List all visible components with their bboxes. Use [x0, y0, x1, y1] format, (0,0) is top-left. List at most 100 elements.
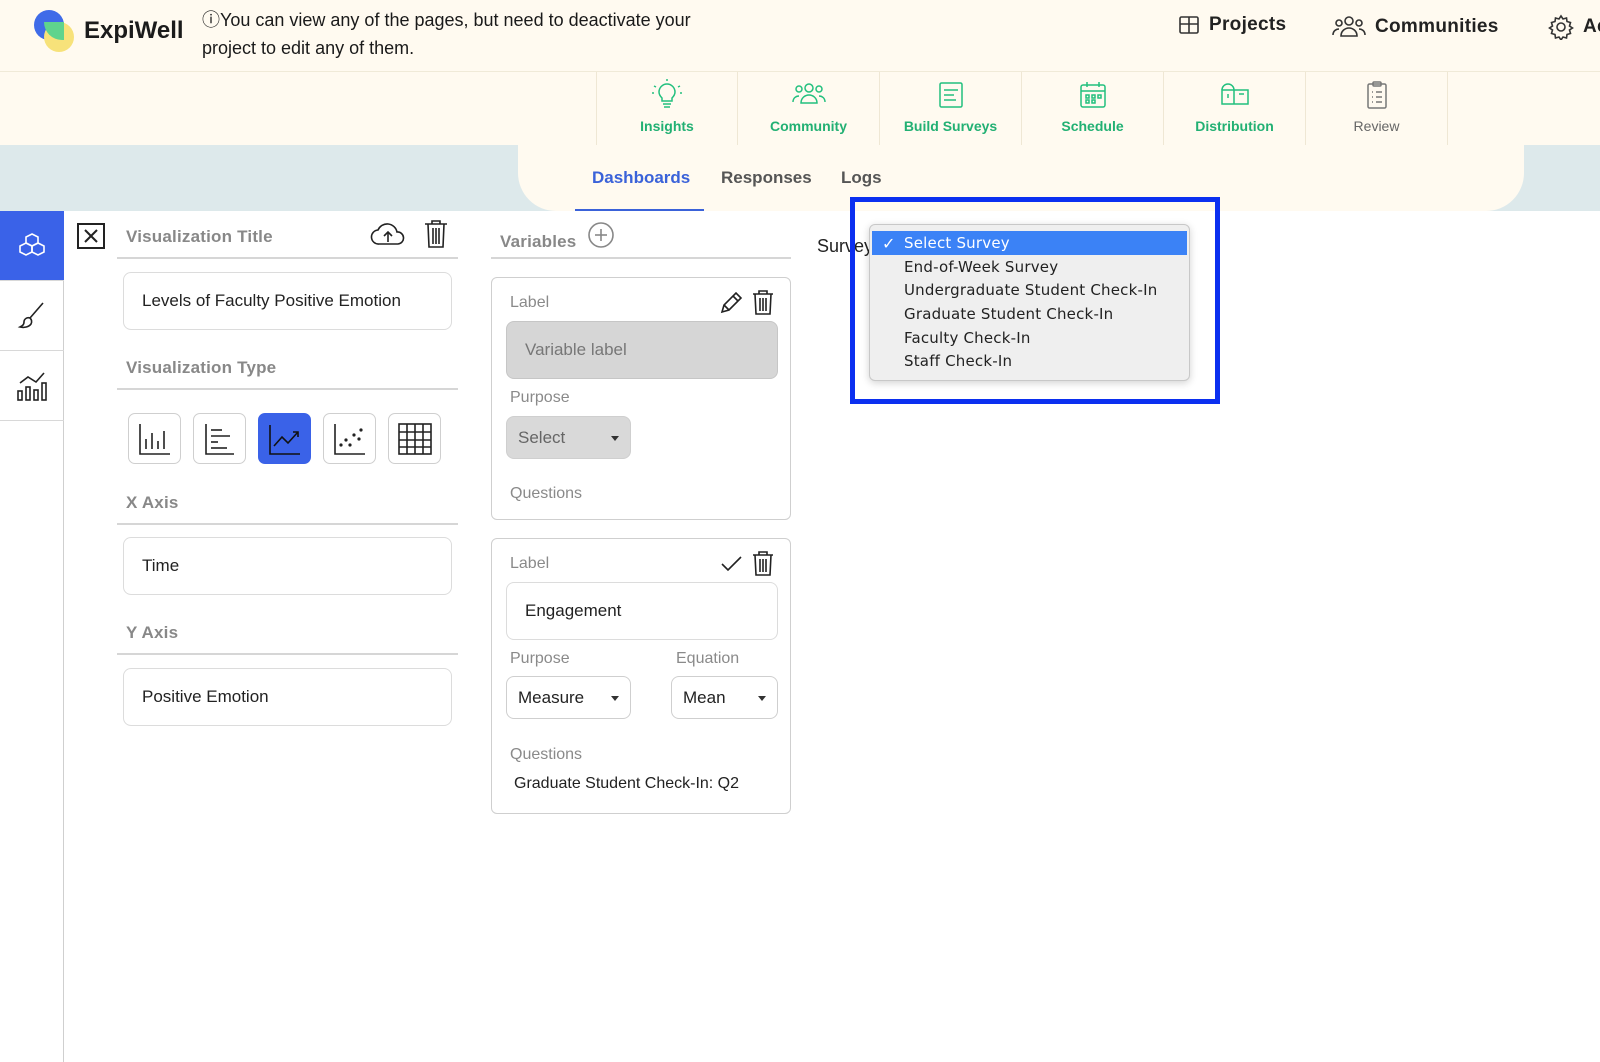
survey-option-label: Select Survey	[904, 233, 1010, 252]
delete-variable-button[interactable]	[752, 551, 774, 582]
survey-option[interactable]: Graduate Student Check-In	[870, 302, 1189, 326]
tab-logs[interactable]: Logs	[841, 168, 882, 188]
module-build-surveys-label: Build Surveys	[903, 118, 998, 134]
divider	[117, 388, 458, 390]
close-icon	[84, 229, 98, 243]
equation-select-value: Mean	[683, 687, 726, 707]
bar-chart-icon	[138, 423, 170, 455]
label-caption: Label	[510, 294, 550, 311]
viz-type-picker	[128, 413, 441, 464]
survey-option[interactable]: Faculty Check-In	[870, 326, 1189, 350]
module-distribution-label: Distribution	[1195, 118, 1274, 134]
equation-select[interactable]: Mean	[671, 676, 778, 719]
nav-communities[interactable]: Communities	[1332, 14, 1499, 40]
module-community-label: Community	[770, 118, 847, 134]
divider	[117, 653, 458, 655]
survey-option[interactable]: End-of-Week Survey	[870, 255, 1189, 279]
viz-type-scatter[interactable]	[323, 413, 376, 464]
module-build-surveys[interactable]: Build Surveys	[880, 72, 1022, 145]
confirm-variable-button[interactable]	[719, 552, 743, 581]
questions-caption: Questions	[510, 485, 583, 502]
viz-type-bar[interactable]	[128, 413, 181, 464]
tab-dashboards[interactable]: Dashboards	[592, 168, 690, 188]
trash-icon	[753, 290, 773, 315]
cloud-upload-icon	[370, 223, 405, 245]
divider	[491, 257, 791, 259]
table-icon	[397, 422, 432, 455]
nav-communities-label: Communities	[1375, 16, 1499, 37]
scatter-icon	[333, 423, 365, 455]
lightbulb-icon	[652, 79, 682, 108]
nav-projects[interactable]: Projects	[1178, 14, 1286, 36]
chart-icon	[17, 371, 47, 401]
horizontal-bar-icon	[204, 423, 234, 455]
survey-option[interactable]: ✓ Select Survey	[872, 231, 1187, 255]
trash-icon	[425, 220, 447, 248]
module-insights[interactable]: Insights	[596, 72, 738, 145]
caret-down-icon	[611, 695, 619, 701]
viz-title-heading: Visualization Title	[126, 227, 273, 246]
viz-type-horizontal-bar[interactable]	[193, 413, 246, 464]
grid-icon	[1179, 16, 1199, 34]
delete-variable-button[interactable]	[752, 290, 774, 321]
people-icon	[791, 83, 826, 104]
variable-label-input[interactable]: Variable label	[506, 321, 778, 379]
mailbox-icon	[1220, 83, 1249, 105]
variables-heading: Variables	[500, 232, 577, 251]
module-community[interactable]: Community	[738, 72, 880, 145]
nav-projects-label: Projects	[1209, 14, 1287, 35]
viz-type-line[interactable]	[258, 413, 311, 464]
purpose-caption: Purpose	[510, 389, 570, 406]
plus-circle-icon	[588, 222, 614, 248]
top-header: ExpiWell ⓘYou can view any of the pages,…	[0, 0, 1600, 72]
calendar-icon	[1079, 82, 1106, 108]
survey-option[interactable]: Staff Check-In	[870, 349, 1189, 373]
viz-type-heading: Visualization Type	[126, 358, 277, 377]
deactivate-notice: ⓘYou can view any of the pages, but need…	[202, 10, 691, 58]
left-rail	[0, 211, 64, 1062]
save-cloud-button[interactable]	[369, 219, 407, 254]
rail-item-style[interactable]	[0, 281, 64, 351]
viz-title-input[interactable]: Levels of Faculty Positive Emotion	[123, 272, 452, 330]
survey-option[interactable]: Undergraduate Student Check-In	[870, 278, 1189, 302]
x-axis-heading: X Axis	[126, 493, 179, 512]
tab-responses[interactable]: Responses	[721, 168, 812, 188]
module-schedule-label: Schedule	[1061, 118, 1124, 134]
nav-account-label: Ac	[1583, 16, 1600, 37]
viz-type-table[interactable]	[388, 413, 441, 464]
purpose-select[interactable]: Measure	[506, 676, 631, 719]
purpose-select-value: Select	[518, 427, 566, 447]
module-distribution[interactable]: Distribution	[1164, 72, 1306, 145]
equation-caption: Equation	[676, 650, 740, 667]
question-item: Graduate Student Check-In: Q2	[514, 775, 740, 792]
survey-dropdown: ✓ Select Survey End-of-Week Survey Under…	[869, 224, 1190, 381]
nav-account[interactable]: Ac	[1548, 14, 1600, 40]
cubes-icon	[19, 232, 45, 256]
x-axis-input[interactable]: Time	[123, 537, 452, 595]
purpose-caption: Purpose	[510, 650, 570, 667]
module-nav: Insights Community Build Surveys Schedul…	[596, 72, 1448, 145]
close-button[interactable]	[77, 223, 105, 249]
add-variable-button[interactable]	[587, 221, 615, 254]
tab-active-indicator	[575, 209, 704, 211]
divider	[117, 523, 458, 525]
trash-icon	[753, 551, 773, 576]
rail-item-visualization[interactable]	[0, 351, 64, 421]
check-icon: ✓	[882, 234, 896, 253]
form-icon	[938, 82, 963, 108]
edit-variable-button[interactable]	[718, 290, 744, 321]
rail-item-data[interactable]	[0, 211, 64, 281]
module-review[interactable]: Review	[1306, 72, 1448, 145]
gear-icon	[1548, 14, 1574, 40]
label-caption: Label	[510, 555, 550, 572]
y-axis-input[interactable]: Positive Emotion	[123, 668, 452, 726]
divider	[117, 257, 458, 259]
module-schedule[interactable]: Schedule	[1022, 72, 1164, 145]
delete-visualization-button[interactable]	[423, 219, 449, 254]
expiwell-logo[interactable]	[32, 10, 76, 54]
variable-label-input[interactable]: Engagement	[506, 582, 778, 640]
pencil-icon	[720, 291, 743, 314]
brand-name[interactable]: ExpiWell	[84, 17, 184, 45]
purpose-select[interactable]: Select	[506, 416, 631, 459]
line-chart-icon	[268, 424, 300, 455]
